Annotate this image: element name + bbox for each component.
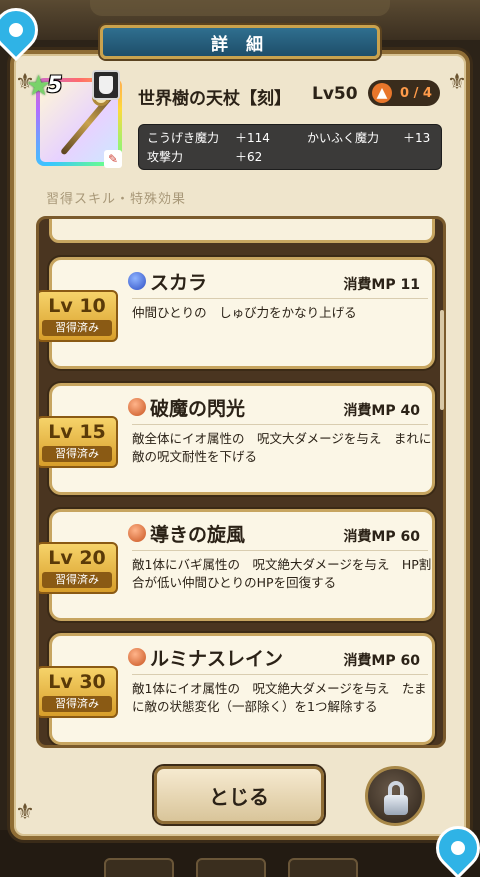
- level-badge: Lv 10 習得済み: [39, 290, 118, 342]
- level-label: Lv 10: [48, 295, 106, 317]
- divider: [132, 674, 428, 675]
- learned-label: 習得済み: [42, 696, 112, 712]
- skill-type-icon: [128, 524, 146, 542]
- level-badge: Lv 15 習得済み: [39, 416, 118, 468]
- rarity-badge: ★ 5: [26, 69, 72, 102]
- background-thumb: [288, 858, 358, 877]
- level-label: Lv 20: [48, 547, 106, 569]
- level-badge: Lv 20 習得済み: [39, 542, 118, 594]
- ornament-icon: ⚜: [447, 70, 467, 95]
- skill-card[interactable]: 破魔の閃光 消費MP 40 敵全体にイオ属性の 呪文大ダメージを与え まれに敵の…: [39, 383, 435, 495]
- skill-type-icon: [128, 272, 146, 290]
- arrow-up-icon: ▲: [372, 83, 392, 103]
- skill-description: 敵1体にイオ属性の 呪文絶大ダメージを与え たまに敵の状態変化（一部除く）を1つ…: [132, 681, 427, 714]
- background-thumb: [104, 858, 174, 877]
- dialog-title: 詳 細: [100, 25, 380, 59]
- level-label: Lv 30: [48, 671, 106, 693]
- section-label: 習得スキル・特殊効果: [46, 192, 187, 207]
- learned-label: 習得済み: [42, 320, 112, 336]
- lock-body-icon: [384, 795, 408, 815]
- skill-card[interactable]: ルミナスレイン 消費MP 60 敵1体にイオ属性の 呪文絶大ダメージを与え たま…: [39, 633, 435, 745]
- rarity-value: 5: [47, 72, 63, 98]
- background-thumb: [196, 858, 266, 877]
- item-level: Lv50: [312, 84, 358, 104]
- skill-name: 破魔の閃光: [150, 398, 246, 420]
- stat-label: こうげき魔力: [147, 131, 220, 145]
- list-item: [49, 219, 435, 243]
- skill-description: 敵全体にイオ属性の 呪文大ダメージを与え まれに敵の呪文耐性を下げる: [132, 431, 432, 464]
- skill-card[interactable]: 導きの旋風 消費MP 60 敵1体にバギ属性の 呪文絶大ダメージを与え HP割合…: [39, 509, 435, 621]
- background-title-plate: [90, 0, 390, 16]
- skill-list[interactable]: スカラ 消費MP 11 仲間ひとりの しゅび力をかなり上げる Lv 10 習得済…: [36, 216, 446, 748]
- skill-description: 敵1体にバギ属性の 呪文絶大ダメージを与え HP割合が低い仲間ひとりのHPを回復…: [132, 557, 432, 590]
- skill-name: 導きの旋風: [150, 524, 246, 546]
- skill-mp: 消費MP 60: [343, 529, 420, 545]
- stat-label: かいふく魔力: [307, 131, 380, 145]
- stats-box: こうげき魔力 ＋114 かいふく魔力 ＋13 攻撃力 ＋62: [138, 124, 442, 170]
- upgrade-counter: ▲ 0 / 4: [368, 80, 440, 106]
- skill-description: 仲間ひとりの しゅび力をかなり上げる: [132, 305, 357, 320]
- stat-label: 攻撃力: [147, 150, 184, 164]
- skill-mp: 消費MP 40: [343, 403, 420, 419]
- skill-mp: 消費MP 11: [343, 277, 420, 293]
- level-badge: Lv 30 習得済み: [39, 666, 118, 718]
- divider: [132, 424, 428, 425]
- level-label: Lv 15: [48, 421, 106, 443]
- stat-value: ＋13: [403, 131, 431, 145]
- equip-type-icon: [92, 70, 120, 100]
- skill-type-icon: [128, 648, 146, 666]
- divider: [132, 298, 428, 299]
- skill-card[interactable]: スカラ 消費MP 11 仲間ひとりの しゅび力をかなり上げる Lv 10 習得済…: [39, 257, 435, 369]
- upgrade-value: 0 / 4: [400, 85, 432, 101]
- skill-name: スカラ: [150, 272, 208, 294]
- learned-label: 習得済み: [42, 446, 112, 462]
- wrench-icon: ✎: [104, 150, 122, 168]
- ornament-icon: ⚜: [15, 800, 35, 825]
- stat-value: ＋114: [235, 131, 270, 145]
- skill-type-icon: [128, 398, 146, 416]
- divider: [132, 550, 428, 551]
- learned-label: 習得済み: [42, 572, 112, 588]
- close-button[interactable]: とじる: [154, 766, 324, 824]
- skill-mp: 消費MP 60: [343, 653, 420, 669]
- lock-button[interactable]: [365, 766, 425, 826]
- skill-name: ルミナスレイン: [150, 648, 284, 670]
- item-name: 世界樹の天杖【刻】: [138, 89, 291, 109]
- scrollbar[interactable]: [440, 310, 444, 410]
- stat-value: ＋62: [235, 150, 263, 164]
